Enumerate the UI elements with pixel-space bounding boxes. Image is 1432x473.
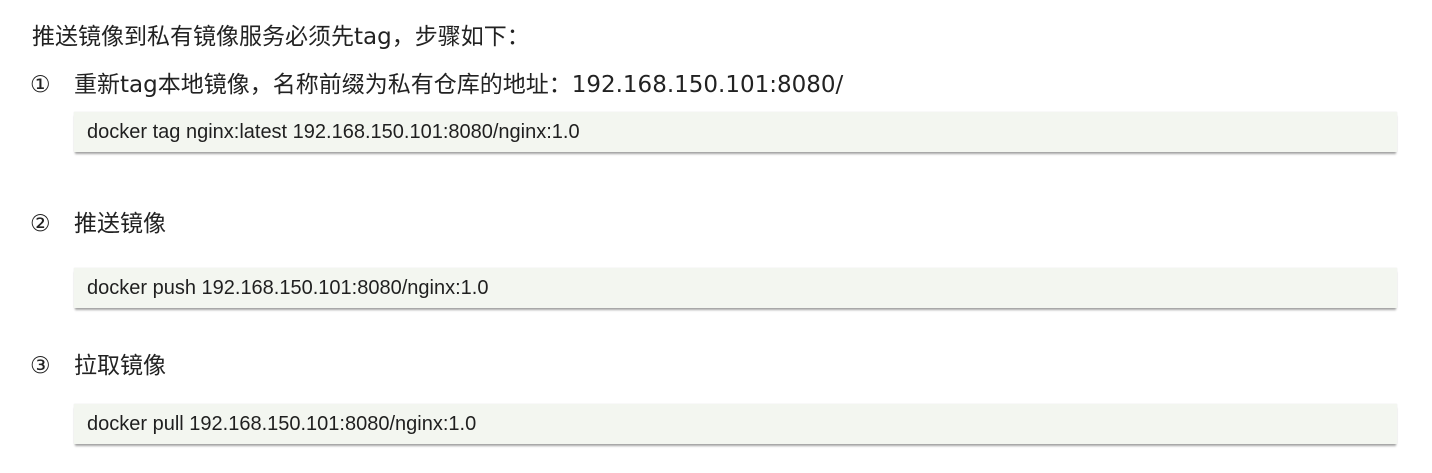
step-1-code-block[interactable]: docker tag nginx:latest 192.168.150.101:… — [74, 112, 1397, 152]
step-2-code: docker push 192.168.150.101:8080/nginx:1… — [87, 277, 489, 299]
step-2-title: 推送镜像 — [74, 211, 166, 237]
step-3-heading: ③ 拉取镜像 — [30, 349, 166, 383]
intro-text: 推送镜像到私有镜像服务必须先tag，步骤如下： — [32, 24, 530, 50]
step-3-title: 拉取镜像 — [74, 353, 166, 379]
step-1-heading: ① 重新tag本地镜像，名称前缀为私有仓库的地址：192.168.150.101:… — [30, 68, 843, 102]
step-1-marker: ① — [30, 72, 51, 98]
step-1-title: 重新tag本地镜像，名称前缀为私有仓库的地址：192.168.150.101:8… — [74, 72, 844, 98]
step-2-marker: ② — [30, 211, 51, 237]
step-2-code-block[interactable]: docker push 192.168.150.101:8080/nginx:1… — [74, 268, 1397, 308]
step-3-marker: ③ — [30, 353, 51, 379]
step-2-heading: ② 推送镜像 — [30, 207, 166, 241]
step-3-code: docker pull 192.168.150.101:8080/nginx:1… — [87, 413, 477, 435]
step-3-code-block[interactable]: docker pull 192.168.150.101:8080/nginx:1… — [74, 404, 1397, 444]
step-1-code: docker tag nginx:latest 192.168.150.101:… — [87, 121, 580, 143]
